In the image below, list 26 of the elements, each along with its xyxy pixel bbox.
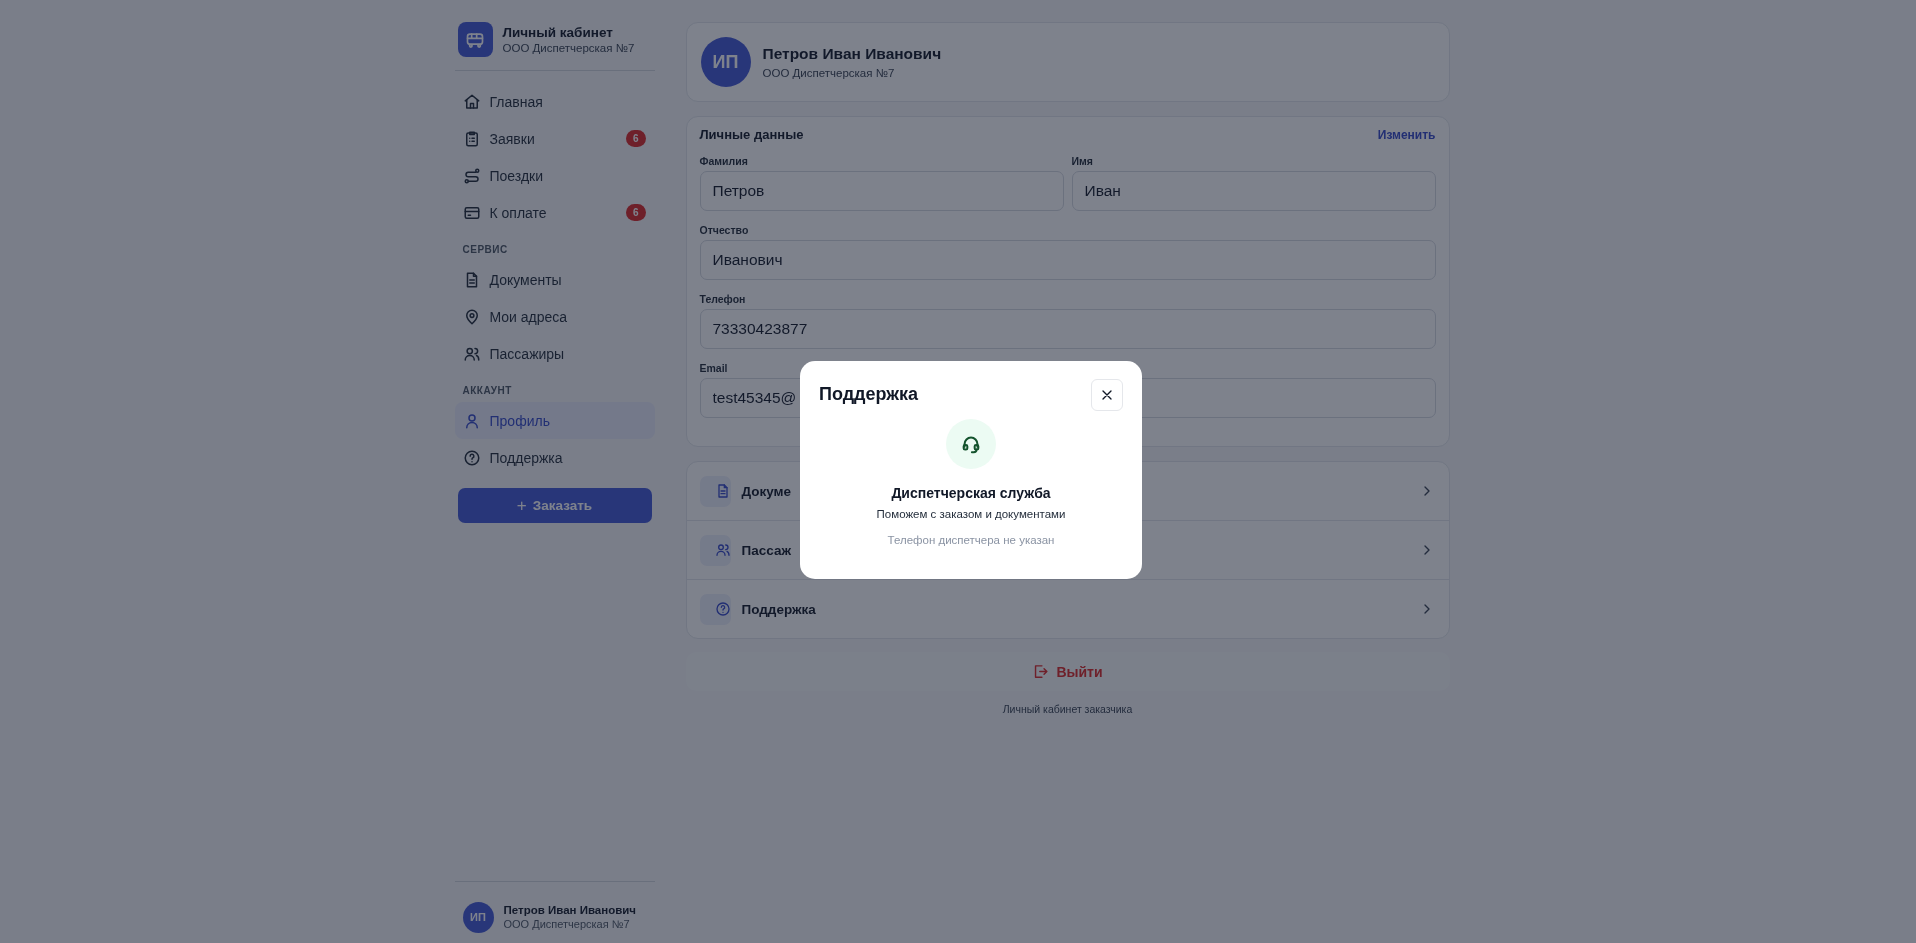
field-label: Имя [1071, 155, 1094, 167]
section-heading: АККАУНТ [461, 384, 513, 398]
app-title: Личный кабинет [502, 25, 614, 40]
field-label: Email [699, 362, 729, 374]
user-avatar: ИП [700, 37, 751, 87]
section-title: Личные данные [699, 127, 804, 142]
company-name: ООО Диспетчерская №7 [502, 42, 635, 54]
menu-label: Пассаж [741, 542, 791, 558]
field-label: Фамилия [699, 155, 749, 167]
count-badge: 6 [625, 130, 646, 147]
footer-text: Личный кабинет заказчика [1001, 703, 1134, 715]
section-heading: СЕРВИС [461, 243, 509, 257]
menu-label: Докуме [741, 483, 792, 499]
service-title: Диспетчерская служба [891, 484, 1051, 501]
count-badge: 6 [625, 204, 646, 221]
field-label: Отчество [699, 224, 750, 236]
field-label: Телефон [699, 293, 747, 305]
user-avatar: ИП [462, 901, 494, 933]
menu-label: Поддержка [741, 601, 816, 617]
user-name: Петров Иван Иванович [503, 904, 637, 916]
dialog-title: Поддержка [819, 384, 919, 405]
company-name: ООО Диспетчерская №7 [503, 918, 631, 930]
phone-note: Телефон диспетчера не указан [887, 533, 1055, 546]
service-description: Поможем с заказом и документами [876, 507, 1066, 520]
company-name: ООО Диспетчерская №7 [762, 67, 896, 79]
user-name: Петров Иван Иванович [762, 45, 942, 63]
